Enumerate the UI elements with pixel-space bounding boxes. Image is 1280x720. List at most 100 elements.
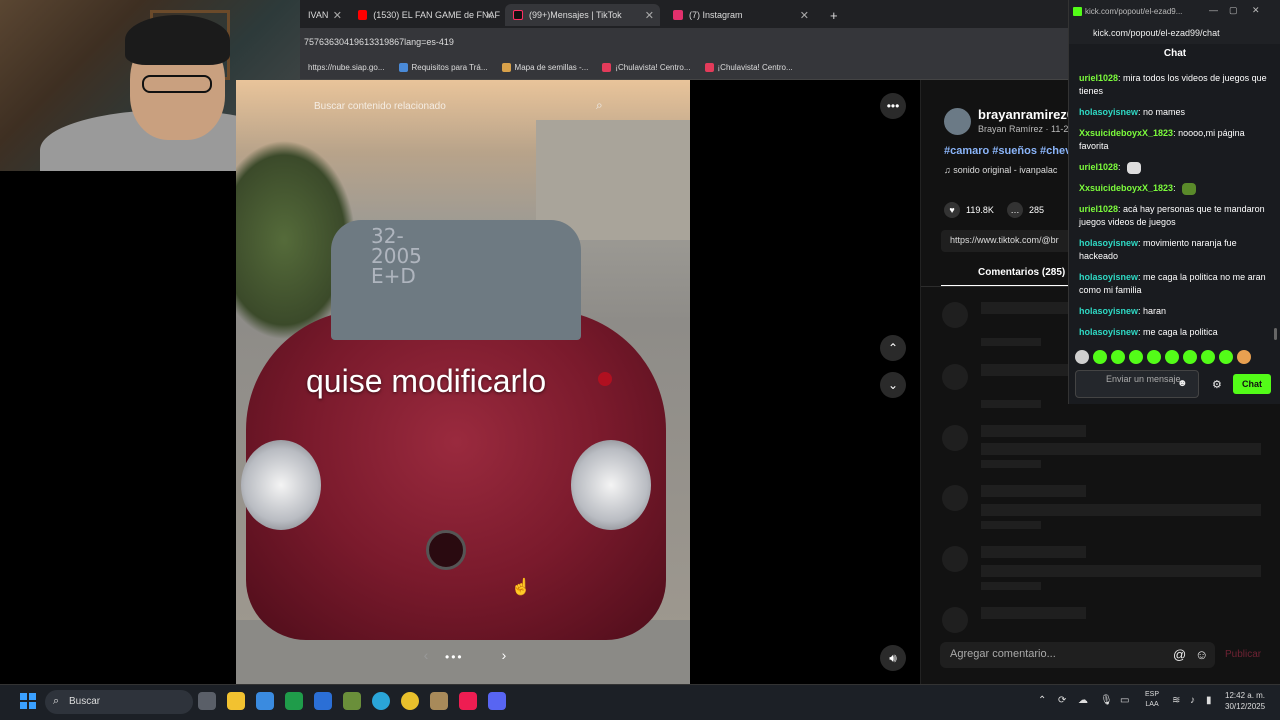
next-image-button[interactable]: ›: [494, 647, 514, 667]
file-explorer-icon[interactable]: [227, 692, 245, 710]
chat-username[interactable]: uriel1028: [1079, 204, 1118, 214]
kick-logo-icon: [1073, 7, 1082, 16]
tab-instagram[interactable]: (7) Instagram ✕: [665, 4, 815, 26]
prev-image-button[interactable]: ‹: [416, 647, 436, 667]
language-indicator[interactable]: ESP LAA: [1145, 690, 1159, 710]
tab-comments[interactable]: Comentarios (285): [978, 267, 1065, 278]
cloud-icon[interactable]: ☁: [1078, 695, 1088, 706]
chat-username[interactable]: holasoyisnew: [1079, 306, 1138, 316]
windows-start-icon[interactable]: [20, 693, 36, 709]
close-icon[interactable]: ✕: [1252, 5, 1260, 16]
bookmark-requisitos[interactable]: Requisitos para Trá...: [398, 63, 488, 72]
new-tab-button[interactable]: +: [822, 4, 842, 26]
sync-icon[interactable]: ⟳: [1058, 695, 1066, 706]
chat-header: Chat: [1163, 48, 1187, 59]
related-search-input[interactable]: Buscar contenido relacionado: [306, 97, 626, 117]
avatar[interactable]: [944, 108, 971, 135]
tab-ivan[interactable]: IVAN ✕: [300, 4, 348, 26]
chat-username[interactable]: XxsuicideboyxX_1823: [1079, 128, 1173, 138]
taskbar-search[interactable]: Buscar: [45, 690, 193, 714]
battery-icon[interactable]: ▭: [1120, 695, 1129, 706]
emote-icon[interactable]: [1219, 350, 1233, 364]
wifi-icon[interactable]: ≋: [1172, 695, 1180, 706]
car-windshield: 32- 2005 E+D: [331, 220, 581, 340]
tiktok-icon[interactable]: [459, 692, 477, 710]
emote-icon[interactable]: [1165, 350, 1179, 364]
rose-emoji-icon: [598, 372, 612, 386]
close-icon[interactable]: ✕: [800, 9, 809, 22]
chat-username[interactable]: holasoyisnew: [1079, 107, 1138, 117]
comment-skeleton-line: [981, 582, 1041, 590]
address-bar[interactable]: 75763630419613319867lang=es-419: [300, 28, 1070, 56]
post-hashtags[interactable]: #camaro #sueños #chev: [944, 145, 1071, 157]
app-icon[interactable]: [430, 692, 448, 710]
minecraft-icon[interactable]: [343, 692, 361, 710]
word-icon[interactable]: [314, 692, 332, 710]
close-icon[interactable]: ✕: [333, 9, 342, 22]
volume-icon[interactable]: ♪: [1190, 695, 1195, 706]
chat-message: uriel1028: mira todos los videos de jueg…: [1079, 72, 1269, 98]
emote-icon[interactable]: [1237, 350, 1251, 364]
chat-username[interactable]: uriel1028: [1079, 162, 1118, 172]
close-icon[interactable]: ✕: [485, 9, 494, 22]
bookmark-mapa[interactable]: Mapa de semillas -...: [501, 63, 588, 72]
previous-video-button[interactable]: ⌃: [880, 335, 906, 361]
emote-icon[interactable]: [1111, 350, 1125, 364]
comment-skeleton-avatar: [942, 485, 968, 511]
chat-username[interactable]: XxsuicideboyxX_1823: [1079, 183, 1173, 193]
chat-username[interactable]: holasoyisnew: [1079, 238, 1138, 248]
hand-cursor-icon: ☝: [511, 579, 531, 596]
task-view-icon[interactable]: [198, 692, 216, 710]
bookmark-siap[interactable]: https://nube.siap.go...: [308, 63, 385, 72]
minimize-icon[interactable]: —: [1209, 5, 1218, 15]
bookmark-chulavista-2[interactable]: ¡Chulavista! Centro...: [704, 63, 793, 72]
emote-icon[interactable]: [1129, 350, 1143, 364]
gear-icon[interactable]: ⚙: [1212, 378, 1222, 391]
store-icon[interactable]: [256, 692, 274, 710]
close-icon[interactable]: ✕: [645, 9, 654, 22]
edge-icon[interactable]: [372, 692, 390, 710]
battery-icon[interactable]: ▮: [1206, 695, 1212, 706]
like-button[interactable]: ♥ 119.8K: [944, 202, 994, 218]
tab-tiktok[interactable]: (99+)Mensajes | TikTok ✕: [505, 4, 660, 26]
emote-icon[interactable]: [1147, 350, 1161, 364]
publish-button[interactable]: Publicar: [1225, 649, 1261, 660]
chat-username[interactable]: holasoyisnew: [1079, 327, 1138, 337]
next-video-button[interactable]: ⌄: [880, 372, 906, 398]
more-options-button[interactable]: •••: [880, 93, 906, 119]
xbox-icon[interactable]: [285, 692, 303, 710]
author-handle[interactable]: brayanramirez0: [978, 107, 1074, 122]
chat-message: holasoyisnew: no mames: [1079, 106, 1269, 119]
chrome-icon[interactable]: [401, 692, 419, 710]
comment-icon: …: [1007, 202, 1023, 218]
chat-text: :: [1118, 162, 1124, 172]
emote-icon[interactable]: [1075, 350, 1089, 364]
chat-scrollbar[interactable]: [1274, 328, 1277, 340]
microphone-icon[interactable]: 🎙︎: [1100, 695, 1113, 706]
volume-icon[interactable]: 🔊︎: [880, 645, 906, 671]
chat-username[interactable]: holasoyisnew: [1079, 272, 1138, 282]
emoji-icon[interactable]: ☻: [1177, 378, 1188, 389]
emote-icon[interactable]: [1183, 350, 1197, 364]
emote-icon[interactable]: [1093, 350, 1107, 364]
search-icon[interactable]: ⌕: [596, 98, 603, 113]
system-clock[interactable]: 12:42 a. m. 30/12/2025: [1225, 690, 1265, 712]
send-chat-button[interactable]: Chat: [1233, 374, 1271, 394]
mention-icon[interactable]: @: [1173, 647, 1186, 662]
emoji-icon[interactable]: ☺: [1195, 647, 1208, 662]
chat-message-list: uriel1028: mira todos los videos de jueg…: [1079, 72, 1269, 347]
bookmarks-bar: https://nube.siap.go... Requisitos para …: [300, 56, 1070, 80]
maximize-icon[interactable]: ▢: [1229, 5, 1238, 16]
comment-skeleton-line: [981, 460, 1041, 468]
chat-text: : me caga la politica: [1138, 327, 1218, 337]
chevron-up-icon[interactable]: ⌃: [1038, 695, 1046, 706]
discord-icon[interactable]: [488, 692, 506, 710]
comment-button[interactable]: … 285: [1007, 202, 1044, 218]
chat-username[interactable]: uriel1028: [1079, 73, 1118, 83]
emote-icon[interactable]: [1201, 350, 1215, 364]
post-sound[interactable]: ♫ sonido original - ivanpalac: [944, 165, 1057, 175]
tab-youtube[interactable]: (1530) EL FAN GAME de FNAF ✕: [350, 4, 500, 26]
bookmark-chulavista-1[interactable]: ¡Chulavista! Centro...: [602, 63, 691, 72]
left-headlight: [241, 440, 321, 530]
video-player[interactable]: 32- 2005 E+D Buscar contenido relacionad…: [236, 80, 690, 684]
